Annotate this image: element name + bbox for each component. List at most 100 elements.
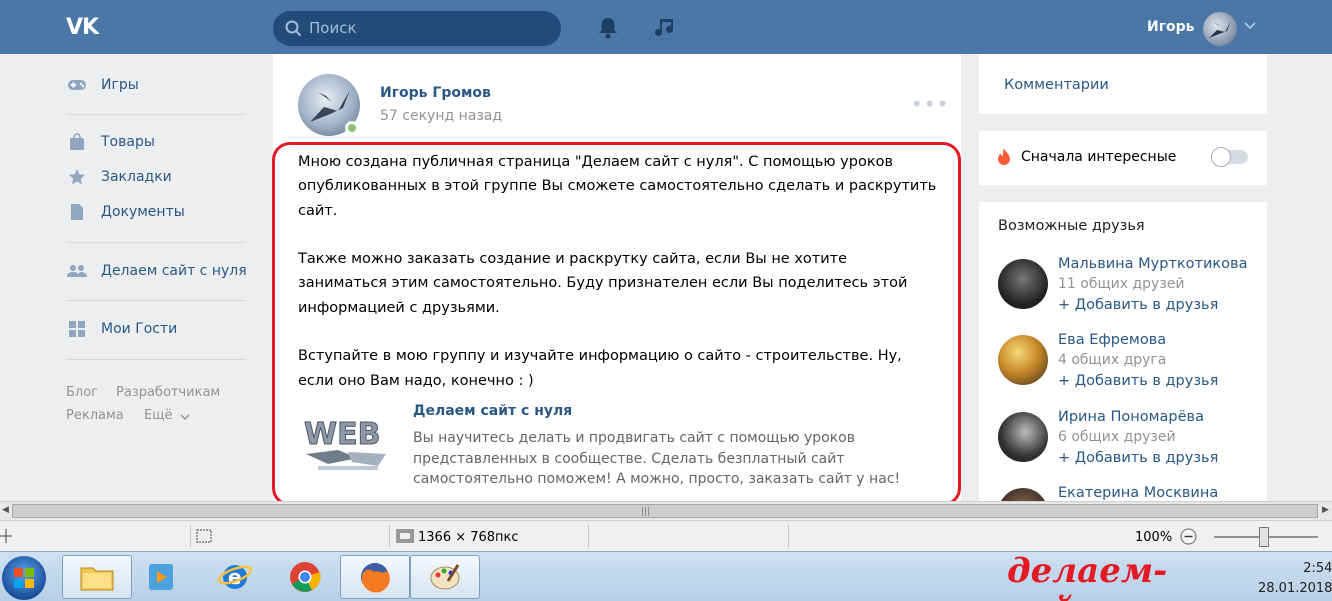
media-player-icon <box>149 564 173 590</box>
chrome-icon <box>290 562 321 592</box>
internet-explorer-icon: e <box>217 565 253 589</box>
firefox-icon <box>361 563 390 593</box>
sidebar-item-bookmarks[interactable]: Закладки <box>66 165 172 189</box>
status-divider <box>788 525 789 547</box>
post-time[interactable]: 57 секунд назад <box>380 108 502 124</box>
user-avatar[interactable] <box>1203 12 1237 46</box>
comments-card: Комментарии <box>979 54 1267 114</box>
footer-link-blog[interactable]: Блог <box>66 385 98 400</box>
sidebar-item-label: Документы <box>101 204 185 220</box>
link-thumbnail[interactable]: WEB <box>298 404 396 478</box>
chevron-down-icon[interactable] <box>1244 22 1256 30</box>
scroll-right-arrow-icon[interactable]: ▶ <box>1322 505 1329 515</box>
folder-icon <box>80 567 114 591</box>
clock-date: 28.01.2018 <box>1258 581 1332 596</box>
footer-link-more[interactable]: Ещё <box>144 408 172 423</box>
top-bar: VK Поиск Игорь <box>0 0 1332 54</box>
plus-icon: + <box>1058 297 1071 313</box>
sidebar-item-games[interactable]: Игры <box>66 73 139 97</box>
sidebar-item-label: Закладки <box>101 169 172 185</box>
post-author[interactable]: Игорь Громов <box>380 85 491 101</box>
sidebar-item-group[interactable]: Делаем сайт с нуля <box>66 259 247 283</box>
plus-icon: + <box>1058 450 1071 466</box>
taskbar-paint[interactable] <box>410 555 480 599</box>
add-friend-button[interactable]: + Добавить в друзья <box>1058 450 1218 466</box>
zoom-slider-handle[interactable] <box>1259 527 1269 547</box>
taskbar-firefox[interactable] <box>340 555 410 599</box>
bag-icon <box>66 133 88 151</box>
sidebar-item-guests[interactable]: Мои Гости <box>66 317 177 341</box>
sidebar-divider <box>66 242 246 243</box>
bell-icon[interactable] <box>597 16 619 40</box>
sidebar-item-label: Мои Гости <box>101 321 178 337</box>
sidebar-item-label: Делаем сайт с нуля <box>101 263 247 279</box>
move-icon <box>0 529 12 543</box>
paint-icon <box>430 564 460 590</box>
possible-friends-card: Возможные друзья Мальвина Мурткотикова 1… <box>979 202 1267 502</box>
friend-name[interactable]: Ирина Пономарёва <box>1058 409 1204 425</box>
comments-link[interactable]: Комментарии <box>1004 77 1109 93</box>
horizontal-scrollbar[interactable]: ◀ ||| ▶ <box>0 501 1332 520</box>
clock-time: 2:54 <box>1303 561 1332 576</box>
group-icon <box>66 262 88 280</box>
friend-suggestion: Мальвина Мурткотикова 11 общих друзей + … <box>998 256 1258 325</box>
friend-avatar[interactable] <box>998 259 1048 309</box>
scroll-left-arrow-icon[interactable]: ◀ <box>2 505 9 515</box>
friend-mutual[interactable]: 4 общих друга <box>1058 352 1166 368</box>
scrollbar-thumb[interactable] <box>12 504 1318 518</box>
footer-link-ads[interactable]: Реклама <box>66 408 124 423</box>
start-button[interactable] <box>2 556 46 600</box>
user-name[interactable]: Игорь <box>1147 19 1195 35</box>
online-indicator <box>345 121 359 135</box>
plus-icon: + <box>1058 373 1071 389</box>
taskbar-ie[interactable]: e <box>200 555 270 599</box>
friend-name[interactable]: Екатерина Москвина <box>1058 485 1218 501</box>
sidebar-divider <box>66 300 246 301</box>
interesting-first-toggle[interactable] <box>1211 147 1248 167</box>
vk-logo[interactable]: VK <box>66 15 108 41</box>
image-size-icon <box>396 529 414 543</box>
friend-name[interactable]: Мальвина Мурткотикова <box>1058 256 1247 272</box>
taskbar-chrome[interactable] <box>270 555 340 599</box>
star-icon <box>66 168 88 186</box>
friends-title: Возможные друзья <box>998 218 1145 234</box>
more-options-icon[interactable]: ••• <box>911 92 949 116</box>
sidebar-divider <box>66 114 246 115</box>
post-paragraph: Также можно заказать создание и раскрутк… <box>298 251 908 316</box>
post-text: Мною создана публичная страница "Делаем … <box>298 150 938 393</box>
add-friend-label: Добавить в друзья <box>1074 297 1219 313</box>
filter-label: Сначала интересные <box>1021 149 1177 165</box>
friend-mutual[interactable]: 6 общих друзей <box>1058 429 1176 445</box>
link-title[interactable]: Делаем сайт с нуля <box>413 403 572 419</box>
friend-name[interactable]: Ева Ефремова <box>1058 332 1166 348</box>
friend-mutual[interactable]: 11 общих друзей <box>1058 276 1185 292</box>
add-friend-label: Добавить в друзья <box>1074 373 1219 389</box>
thumb-text: WEB <box>304 417 380 452</box>
chevron-down-icon <box>180 414 190 420</box>
friend-avatar[interactable] <box>998 488 1048 502</box>
add-friend-button[interactable]: + Добавить в друзья <box>1058 297 1218 313</box>
taskbar-explorer[interactable] <box>62 555 132 599</box>
selection-icon <box>196 529 212 543</box>
add-friend-label: Добавить в друзья <box>1074 450 1219 466</box>
system-clock[interactable]: 2:54 28.01.2018 <box>1258 559 1332 599</box>
sidebar-item-documents[interactable]: Документы <box>66 200 185 224</box>
friend-suggestion: Ирина Пономарёва 6 общих друзей + Добави… <box>998 409 1258 478</box>
zoom-level: 100% <box>1135 530 1173 545</box>
post-paragraph: Вступайте в мою группу и изучайте информ… <box>298 348 902 389</box>
music-icon[interactable] <box>654 16 676 40</box>
footer-link-developers[interactable]: Разработчикам <box>116 385 220 400</box>
taskbar-media-player[interactable] <box>126 555 196 599</box>
status-divider <box>190 525 191 547</box>
friend-avatar[interactable] <box>998 335 1048 385</box>
friend-suggestion: Екатерина Москвина <box>998 485 1258 502</box>
zoom-out-icon[interactable] <box>1180 528 1197 545</box>
add-friend-button[interactable]: + Добавить в друзья <box>1058 373 1218 389</box>
search-input[interactable]: Поиск <box>273 11 561 46</box>
scrollbar-grip-icon: ||| <box>641 507 651 517</box>
friend-avatar[interactable] <box>998 412 1048 462</box>
status-bar: 1366 × 768пкс 100% <box>0 520 1332 551</box>
sidebar-item-goods[interactable]: Товары <box>66 130 155 154</box>
sidebar-divider <box>66 359 246 360</box>
friend-suggestion: Ева Ефремова 4 общих друга + Добавить в … <box>998 332 1258 401</box>
